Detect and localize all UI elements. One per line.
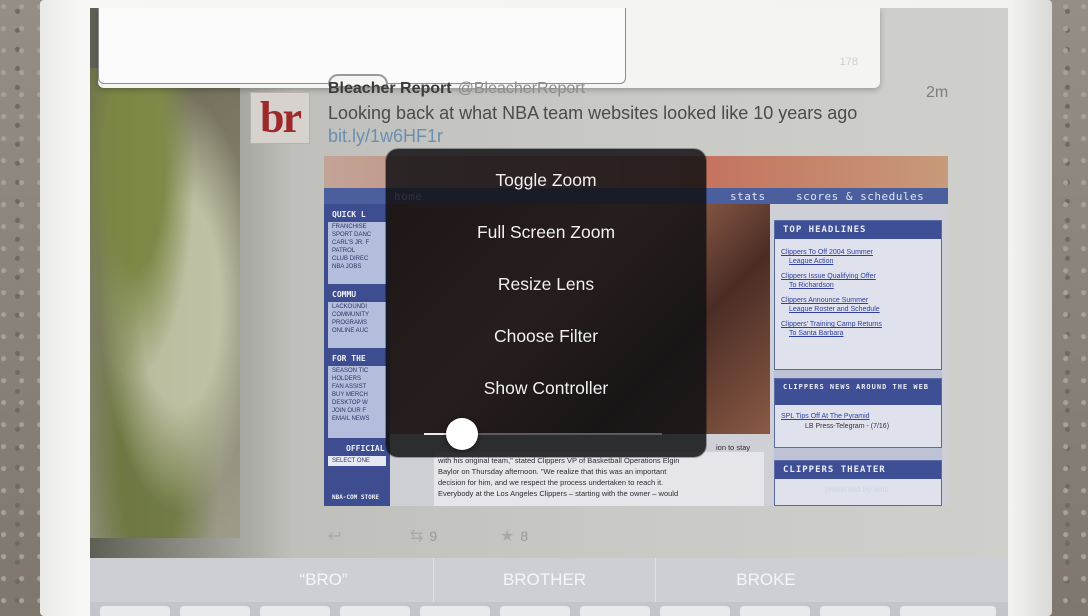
- site-leftnav-line: SEASON TIC: [332, 368, 369, 374]
- keyboard-suggestion-bar: “BRO” BROTHER BROKE: [90, 558, 1008, 602]
- compose-text-area[interactable]: [98, 8, 626, 84]
- site-theater-sponsor: presented by amc: [825, 485, 889, 494]
- ipad-screen: 178 br Bleacher Report @BleacherReport 2m…: [90, 8, 1008, 616]
- site-headline-link: To Santa Barbara: [789, 330, 844, 337]
- keyboard-key-row: [90, 602, 1008, 616]
- site-article-line: decision for him, and we respect the pro…: [438, 478, 664, 487]
- site-box-title: TOP HEADLINES: [775, 221, 941, 239]
- retweet-count: 9: [429, 528, 438, 544]
- site-headline-link: Clippers' Training Camp Returns: [781, 321, 882, 328]
- keyboard-key[interactable]: [180, 606, 250, 616]
- site-leftnav-header: OFFICIAL: [346, 444, 385, 453]
- site-article-line: ion to stay: [716, 443, 751, 452]
- keyboard-key[interactable]: [260, 606, 330, 616]
- suggestion-3[interactable]: BROKE: [656, 558, 876, 602]
- zoom-slider-thumb[interactable]: [446, 418, 479, 450]
- reply-icon: ↩: [328, 528, 342, 545]
- site-leftnav-line: CARL'S JR. F: [332, 240, 370, 246]
- choose-filter-item[interactable]: Choose Filter: [386, 319, 706, 353]
- site-leftnav-line: LACKOUNDI: [332, 304, 368, 310]
- favorite-button[interactable]: ★ 8: [500, 526, 528, 546]
- site-leftnav-header: NBA-COM STORE: [332, 494, 379, 501]
- toggle-zoom-item[interactable]: Toggle Zoom: [386, 163, 706, 197]
- keyboard-key[interactable]: [740, 606, 810, 616]
- favorite-star-icon: ★: [500, 528, 515, 545]
- keyboard-key[interactable]: [580, 606, 650, 616]
- tweet-text: Looking back at what NBA team websites l…: [328, 102, 958, 148]
- site-headline-link: Clippers Announce Summer: [781, 297, 869, 304]
- suggestion-1[interactable]: “BRO”: [214, 558, 434, 602]
- site-leftnav-header: COMMU: [332, 290, 357, 299]
- keyboard-key[interactable]: [900, 606, 996, 616]
- zoom-menu: Toggle Zoom Full Screen Zoom Resize Lens…: [386, 149, 706, 457]
- site-leftnav-header: FOR THE: [332, 354, 366, 363]
- site-headline-link: Clippers To Off 2004 Summer: [781, 249, 873, 256]
- site-leftnav-line: COMMUNITY: [332, 312, 369, 318]
- sidebar-reflection: [90, 68, 240, 538]
- site-theater-box: CLIPPERS THEATER presented by amc: [774, 460, 942, 506]
- favorite-count: 8: [520, 528, 529, 544]
- avatar[interactable]: br: [250, 92, 310, 144]
- zoom-level-slider[interactable]: [424, 418, 662, 450]
- reply-button[interactable]: ↩: [328, 526, 347, 546]
- show-controller-item[interactable]: Show Controller: [386, 371, 706, 405]
- site-nav-scores: scores & schedules: [796, 190, 925, 203]
- site-leftnav-line: NBA JOBS: [332, 264, 362, 270]
- site-left-nav: QUICK L FRANCHISE SPORT DANC CARL'S JR. …: [324, 204, 390, 506]
- site-leftnav-line: BUY MERCH: [332, 392, 368, 398]
- full-screen-zoom-item[interactable]: Full Screen Zoom: [386, 215, 706, 249]
- keyboard-key[interactable]: [820, 606, 890, 616]
- site-leftnav-line: PROGRAMS: [332, 320, 368, 326]
- tweet-author[interactable]: Bleacher Report @BleacherReport: [328, 80, 585, 98]
- site-right-column: TOP HEADLINES Clippers To Off 2004 Summe…: [774, 220, 942, 506]
- site-leftnav-line: HOLDERS: [332, 376, 362, 382]
- site-headline-link: To Richardson: [789, 282, 834, 289]
- keyboard-key[interactable]: [100, 606, 170, 616]
- tweet-body: Looking back at what NBA team websites l…: [328, 103, 858, 123]
- site-headline-link: League Action: [789, 258, 834, 265]
- keyboard-key[interactable]: [660, 606, 730, 616]
- site-news-source: LB Press-Telegram - (7/16): [805, 423, 890, 430]
- site-headline-link: League Roster and Schedule: [789, 306, 880, 313]
- site-headline-link: Clippers Issue Qualifying Offer: [781, 273, 876, 280]
- site-leftnav-header: QUICK L: [332, 210, 366, 219]
- tweet-timestamp: 2m: [926, 84, 949, 101]
- site-article-line: Everybody at the Los Angeles Clippers – …: [438, 489, 679, 498]
- site-leftnav-line: PATROL: [332, 248, 356, 254]
- site-leftnav-line: ONLINE AUC: [332, 328, 369, 334]
- author-handle: @BleacherReport: [457, 80, 586, 97]
- site-news-box: CLIPPERS NEWS AROUND THE WEB SPL Tips Of…: [774, 378, 942, 448]
- keyboard-key[interactable]: [420, 606, 490, 616]
- resize-lens-item[interactable]: Resize Lens: [386, 267, 706, 301]
- character-count: 178: [839, 56, 858, 68]
- tweet-link[interactable]: bit.ly/1w6HF1r: [328, 126, 443, 146]
- suggestion-2[interactable]: BROTHER: [434, 558, 656, 602]
- retweet-button[interactable]: ⇆ 9: [410, 526, 437, 546]
- site-leftnav-line: CLUB DIREC: [332, 256, 369, 262]
- site-leftnav-line: FAN ASSIST: [332, 384, 367, 390]
- site-leftnav-line: DESKTOP W: [332, 400, 368, 406]
- site-news-link: SPL Tips Off At The Pyramid: [781, 413, 870, 420]
- site-leftnav-line: SELECT ONE: [332, 458, 370, 464]
- site-article-line: Baylor on Thursday afternoon. "We realiz…: [438, 467, 667, 476]
- site-article-line: with his original team," stated Clippers…: [438, 456, 680, 465]
- retweet-icon: ⇆: [410, 528, 424, 545]
- site-headlines-box: TOP HEADLINES Clippers To Off 2004 Summe…: [774, 220, 942, 370]
- site-nav-stats: stats: [730, 190, 766, 203]
- site-leftnav-line: EMAIL NEWS: [332, 416, 370, 422]
- site-box-title: CLIPPERS THEATER: [775, 461, 941, 479]
- site-leftnav-line: JOIN OUR F: [332, 408, 366, 414]
- site-article-body: with his original team," stated Clippers…: [434, 452, 764, 506]
- keyboard-key[interactable]: [340, 606, 410, 616]
- author-name: Bleacher Report: [328, 80, 452, 97]
- compose-popover[interactable]: 178: [98, 8, 880, 88]
- site-leftnav-line: FRANCHISE: [332, 224, 367, 230]
- site-leftnav-line: SPORT DANC: [332, 232, 372, 238]
- site-box-title: CLIPPERS NEWS AROUND THE WEB: [775, 379, 941, 405]
- keyboard-key[interactable]: [500, 606, 570, 616]
